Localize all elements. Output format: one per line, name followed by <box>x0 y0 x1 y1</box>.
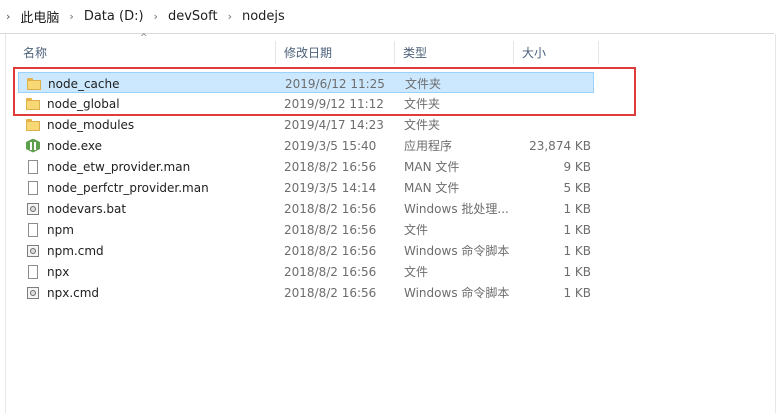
column-name-label: 名称 <box>23 46 48 60</box>
file-date: 2019/4/17 14:23 <box>284 117 384 132</box>
file-name: npm.cmd <box>47 243 104 258</box>
file-size: 9 KB <box>563 159 591 174</box>
batch-file-icon <box>25 285 41 301</box>
file-icon <box>25 159 41 175</box>
column-size-label: 大小 <box>522 46 547 60</box>
file-type: Windows 命令脚本 <box>404 286 510 300</box>
file-size: 1 KB <box>563 285 591 300</box>
breadcrumb-nodejs[interactable]: nodejs <box>240 9 287 24</box>
column-date-label: 修改日期 <box>284 46 333 60</box>
chevron-right-icon[interactable]: › <box>228 10 232 23</box>
file-row[interactable]: npm.cmd 2018/8/2 16:56 Windows 命令脚本 1 KB <box>15 240 599 261</box>
file-row[interactable]: node_cache 2019/6/12 11:25 文件夹 <box>18 72 594 93</box>
file-date: 2018/8/2 16:56 <box>284 201 377 216</box>
file-name-cell: npm <box>25 219 74 240</box>
file-type: 文件 <box>404 265 429 279</box>
file-type: 应用程序 <box>404 139 453 153</box>
file-date: 2019/9/12 11:12 <box>284 96 384 111</box>
address-bar[interactable]: › 此电脑 › Data (D:) › devSoft › nodejs <box>0 0 774 34</box>
breadcrumb-devsoft[interactable]: devSoft <box>166 9 220 24</box>
file-name-cell: npx <box>25 261 69 282</box>
file-date: 2019/6/12 11:25 <box>285 76 385 91</box>
file-date: 2019/3/5 14:14 <box>284 180 377 195</box>
file-date: 2018/8/2 16:56 <box>284 222 377 237</box>
file-name-cell: node_cache <box>26 73 119 94</box>
file-row[interactable]: node_perfctr_provider.man 2019/3/5 14:14 M… <box>15 177 599 198</box>
file-name-cell: npx.cmd <box>25 282 99 303</box>
file-row[interactable]: node_modules 2019/4/17 14:23 文件夹 <box>15 114 599 135</box>
file-icon <box>25 222 41 238</box>
file-name: nodevars.bat <box>47 201 127 216</box>
file-row[interactable]: nodevars.bat 2018/8/2 16:56 Windows 批处理...… <box>15 198 599 219</box>
file-date: 2018/8/2 16:56 <box>284 264 377 279</box>
file-name-cell: nodevars.bat <box>25 198 126 219</box>
file-size: 1 KB <box>563 201 591 216</box>
file-list: node_cache 2019/6/12 11:25 文件夹 node_global 2… <box>15 72 599 303</box>
file-icon <box>25 264 41 280</box>
file-date: 2018/8/2 16:56 <box>284 285 377 300</box>
breadcrumb: 此电脑 › Data (D:) › devSoft › nodejs <box>18 7 286 26</box>
file-type: 文件 <box>404 223 429 237</box>
node-exe-icon <box>25 138 41 154</box>
file-type: 文件夹 <box>404 97 441 111</box>
file-size: 1 KB <box>563 222 591 237</box>
file-row[interactable]: npx.cmd 2018/8/2 16:56 Windows 命令脚本 1 KB <box>15 282 599 303</box>
file-size: 1 KB <box>563 243 591 258</box>
chevron-right-icon[interactable]: › <box>154 10 158 23</box>
file-date: 2019/3/5 15:40 <box>284 138 377 153</box>
file-date: 2018/8/2 16:56 <box>284 159 377 174</box>
column-date[interactable]: 修改日期 <box>276 41 395 64</box>
file-type: Windows 命令脚本 <box>404 244 510 258</box>
sort-ascending-icon: ^ <box>140 33 148 43</box>
file-name: npx.cmd <box>47 285 100 300</box>
file-name: npx <box>47 264 70 279</box>
chevron-right-icon[interactable]: › <box>6 10 10 23</box>
file-type: MAN 文件 <box>404 181 460 195</box>
file-type: Windows 批处理... <box>404 202 509 216</box>
file-name: node_global <box>47 96 120 111</box>
file-name: node_modules <box>47 117 135 132</box>
file-name: node_cache <box>48 76 120 91</box>
file-type: 文件夹 <box>404 118 441 132</box>
batch-file-icon <box>25 201 41 217</box>
file-type: MAN 文件 <box>404 160 460 174</box>
file-row[interactable]: node_etw_provider.man 2018/8/2 16:56 MAN 文… <box>15 156 599 177</box>
column-name[interactable]: ^ 名称 <box>15 33 276 64</box>
column-size[interactable]: 大小 <box>514 41 599 64</box>
file-size: 23,874 KB <box>529 138 591 153</box>
file-name: npm <box>47 222 74 237</box>
file-name-cell: node_etw_provider.man <box>25 156 190 177</box>
file-row[interactable]: npm 2018/8/2 16:56 文件 1 KB <box>15 219 599 240</box>
folder-icon <box>25 96 41 112</box>
column-type-label: 类型 <box>403 46 428 60</box>
file-name-cell: node_modules <box>25 114 134 135</box>
batch-file-icon <box>25 243 41 259</box>
folder-icon <box>26 76 42 92</box>
column-type[interactable]: 类型 <box>395 41 514 64</box>
column-header: ^ 名称 修改日期 类型 大小 <box>15 33 599 64</box>
file-type: 文件夹 <box>405 77 442 91</box>
file-name-cell: node.exe <box>25 135 102 156</box>
file-row[interactable]: node_global 2019/9/12 11:12 文件夹 <box>15 93 599 114</box>
nav-pane-edge <box>0 34 6 413</box>
file-name-cell: node_perfctr_provider.man <box>25 177 209 198</box>
file-row[interactable]: node.exe 2019/3/5 15:40 应用程序 23,874 KB <box>15 135 599 156</box>
breadcrumb-drive[interactable]: Data (D:) <box>82 9 146 24</box>
chevron-right-icon[interactable]: › <box>69 10 73 23</box>
file-name: node_perfctr_provider.man <box>47 180 209 195</box>
file-icon <box>25 180 41 196</box>
file-date: 2018/8/2 16:56 <box>284 243 377 258</box>
folder-icon <box>25 117 41 133</box>
breadcrumb-this-pc[interactable]: 此电脑 <box>18 7 61 26</box>
file-name-cell: node_global <box>25 93 120 114</box>
file-row[interactable]: npx 2018/8/2 16:56 文件 1 KB <box>15 261 599 282</box>
file-name-cell: npm.cmd <box>25 240 104 261</box>
file-name: node_etw_provider.man <box>47 159 191 174</box>
file-size: 5 KB <box>563 180 591 195</box>
file-size: 1 KB <box>563 264 591 279</box>
file-name: node.exe <box>47 138 103 153</box>
